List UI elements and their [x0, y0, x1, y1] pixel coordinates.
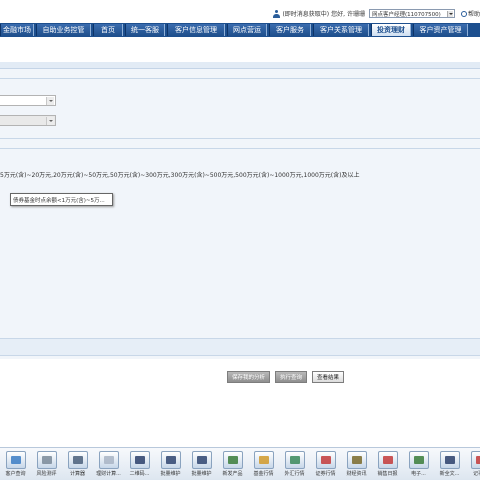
toolbar-item[interactable]: 批量维护: [186, 448, 217, 480]
toolbar-item-label: 二维码...: [129, 471, 150, 477]
batch-maintain-icon-2: [191, 451, 212, 469]
main-nav: 金融市场 自助业务控管 首页 统一客服 客户信息管理 网点营运 客户服务 客户关系管理 投资理财…: [0, 23, 480, 37]
stock-quote-icon: [315, 451, 336, 469]
section-strip: [0, 62, 480, 69]
nav-tab[interactable]: 客户关系管理: [313, 24, 369, 36]
role-select-value: 网点客户经理(110707500): [371, 11, 441, 18]
toolbar-item[interactable]: 批量维护: [155, 448, 186, 480]
toolbar-item-label: 外汇行情: [284, 471, 305, 477]
bottom-panel: [0, 338, 480, 356]
message-notice[interactable]: (即时消息获取中): [282, 9, 329, 18]
batch-maintain-icon: [160, 451, 181, 469]
top-bar: (即时消息获取中) 您好, 许珊珊 网点客户经理(110707500) 帮助: [0, 0, 480, 23]
toolbar-item-label: 新发产品: [222, 471, 243, 477]
action-bar: 保存我的分析 执行查询 查看结果: [227, 371, 349, 383]
filter-select-1[interactable]: [0, 95, 56, 106]
fund-quote-icon: [253, 451, 274, 469]
toolbar-item-label: 理财计算...: [96, 471, 121, 477]
toolbar-item[interactable]: 财经资讯: [341, 448, 372, 480]
toolbar-item-label: 财经资讯: [346, 471, 367, 477]
toolbar-item-label: 风险测评: [36, 471, 57, 477]
toolbar-item-label: 记事本: [472, 471, 480, 477]
toolbar-item[interactable]: 记事本: [465, 448, 480, 480]
toolbar-item[interactable]: 外汇行情: [279, 448, 310, 480]
finance-news-icon: [346, 451, 367, 469]
save-analysis-button[interactable]: 保存我的分析: [227, 371, 271, 383]
chevron-down-icon: [446, 11, 453, 17]
nav-tab[interactable]: 网点营运: [227, 24, 267, 36]
help-label: 帮助: [467, 11, 480, 18]
risk-assessment-icon: [36, 451, 57, 469]
notepad-icon: [470, 451, 480, 469]
fulltext-icon: [439, 451, 460, 469]
view-results-button[interactable]: 查看结果: [312, 371, 345, 383]
new-product-icon: [222, 451, 243, 469]
toolbar-item[interactable]: 二维码...: [124, 448, 155, 480]
help-link[interactable]: 帮助: [460, 9, 480, 18]
run-query-button[interactable]: 执行查询: [275, 371, 308, 383]
finance-calc-icon: [98, 451, 119, 469]
divider: [0, 78, 480, 79]
toolbar-item[interactable]: 计算器: [62, 448, 93, 480]
toolbar-item-label: 基金行情: [253, 471, 274, 477]
user-greeting: 您好, 许珊珊: [331, 11, 365, 18]
electronic-icon: [408, 451, 429, 469]
qr-code-icon: [129, 451, 150, 469]
toolbar-item-label: 新全文...: [439, 471, 460, 477]
toolbar-item-label: 证券行情: [315, 471, 336, 477]
role-select[interactable]: 网点客户经理(110707500): [368, 9, 455, 18]
nav-tab[interactable]: 金融市场: [0, 24, 34, 36]
nav-tab[interactable]: 统一客服: [125, 24, 165, 36]
selection-tooltip: 债券基金时点余额<1万元(含)~5万...: [10, 193, 113, 206]
toolbar-item[interactable]: 客户查询: [0, 448, 31, 480]
divider: [0, 138, 480, 139]
user-icon: [273, 9, 281, 18]
quick-tools-bar: 客户查询 风险测评 计算器 理财计算... 二维码... 批量维护 批量维护 新发产品 基金行情…: [0, 447, 480, 480]
chevron-down-icon: [46, 97, 54, 105]
help-icon: [460, 10, 467, 17]
toolbar-item[interactable]: 电子...: [403, 448, 434, 480]
balance-range-options: 5万元(含)~20万元,20万元(含)~50万元,50万元(含)~300万元,3…: [0, 172, 360, 179]
toolbar-item-label: 电子...: [411, 471, 426, 477]
forex-quote-icon: [284, 451, 305, 469]
toolbar-item[interactable]: 风险测评: [31, 448, 62, 480]
filter-select-2[interactable]: [0, 115, 56, 126]
divider: [0, 148, 480, 149]
calculator-icon: [67, 451, 88, 469]
chevron-down-icon: [46, 117, 54, 125]
sales-report-icon: [377, 451, 398, 469]
customer-query-icon: [5, 451, 26, 469]
nav-tab[interactable]: 客户资产管理: [413, 24, 468, 36]
nav-tab[interactable]: 首页: [93, 24, 123, 36]
toolbar-item-label: 批量维护: [160, 471, 181, 477]
nav-tab[interactable]: 客户服务: [269, 24, 311, 36]
toolbar-item-label: 销售日报: [377, 471, 398, 477]
nav-tab[interactable]: 客户信息管理: [167, 24, 225, 36]
toolbar-item-label: 计算器: [69, 471, 85, 477]
toolbar-item[interactable]: 新发产品: [217, 448, 248, 480]
toolbar-item[interactable]: 基金行情: [248, 448, 279, 480]
toolbar-item[interactable]: 理财计算...: [93, 448, 124, 480]
nav-tab[interactable]: 投资理财: [371, 24, 411, 36]
toolbar-item[interactable]: 证券行情: [310, 448, 341, 480]
user-status: (即时消息获取中) 您好, 许珊珊 网点客户经理(110707500) 帮助: [273, 8, 480, 19]
toolbar-item-label: 批量维护: [191, 471, 212, 477]
nav-tab[interactable]: 自助业务控管: [36, 24, 91, 36]
toolbar-item[interactable]: 销售日报: [372, 448, 403, 480]
toolbar-item-label: 客户查询: [5, 471, 26, 477]
toolbar-item[interactable]: 新全文...: [434, 448, 465, 480]
form-area: [0, 69, 480, 359]
